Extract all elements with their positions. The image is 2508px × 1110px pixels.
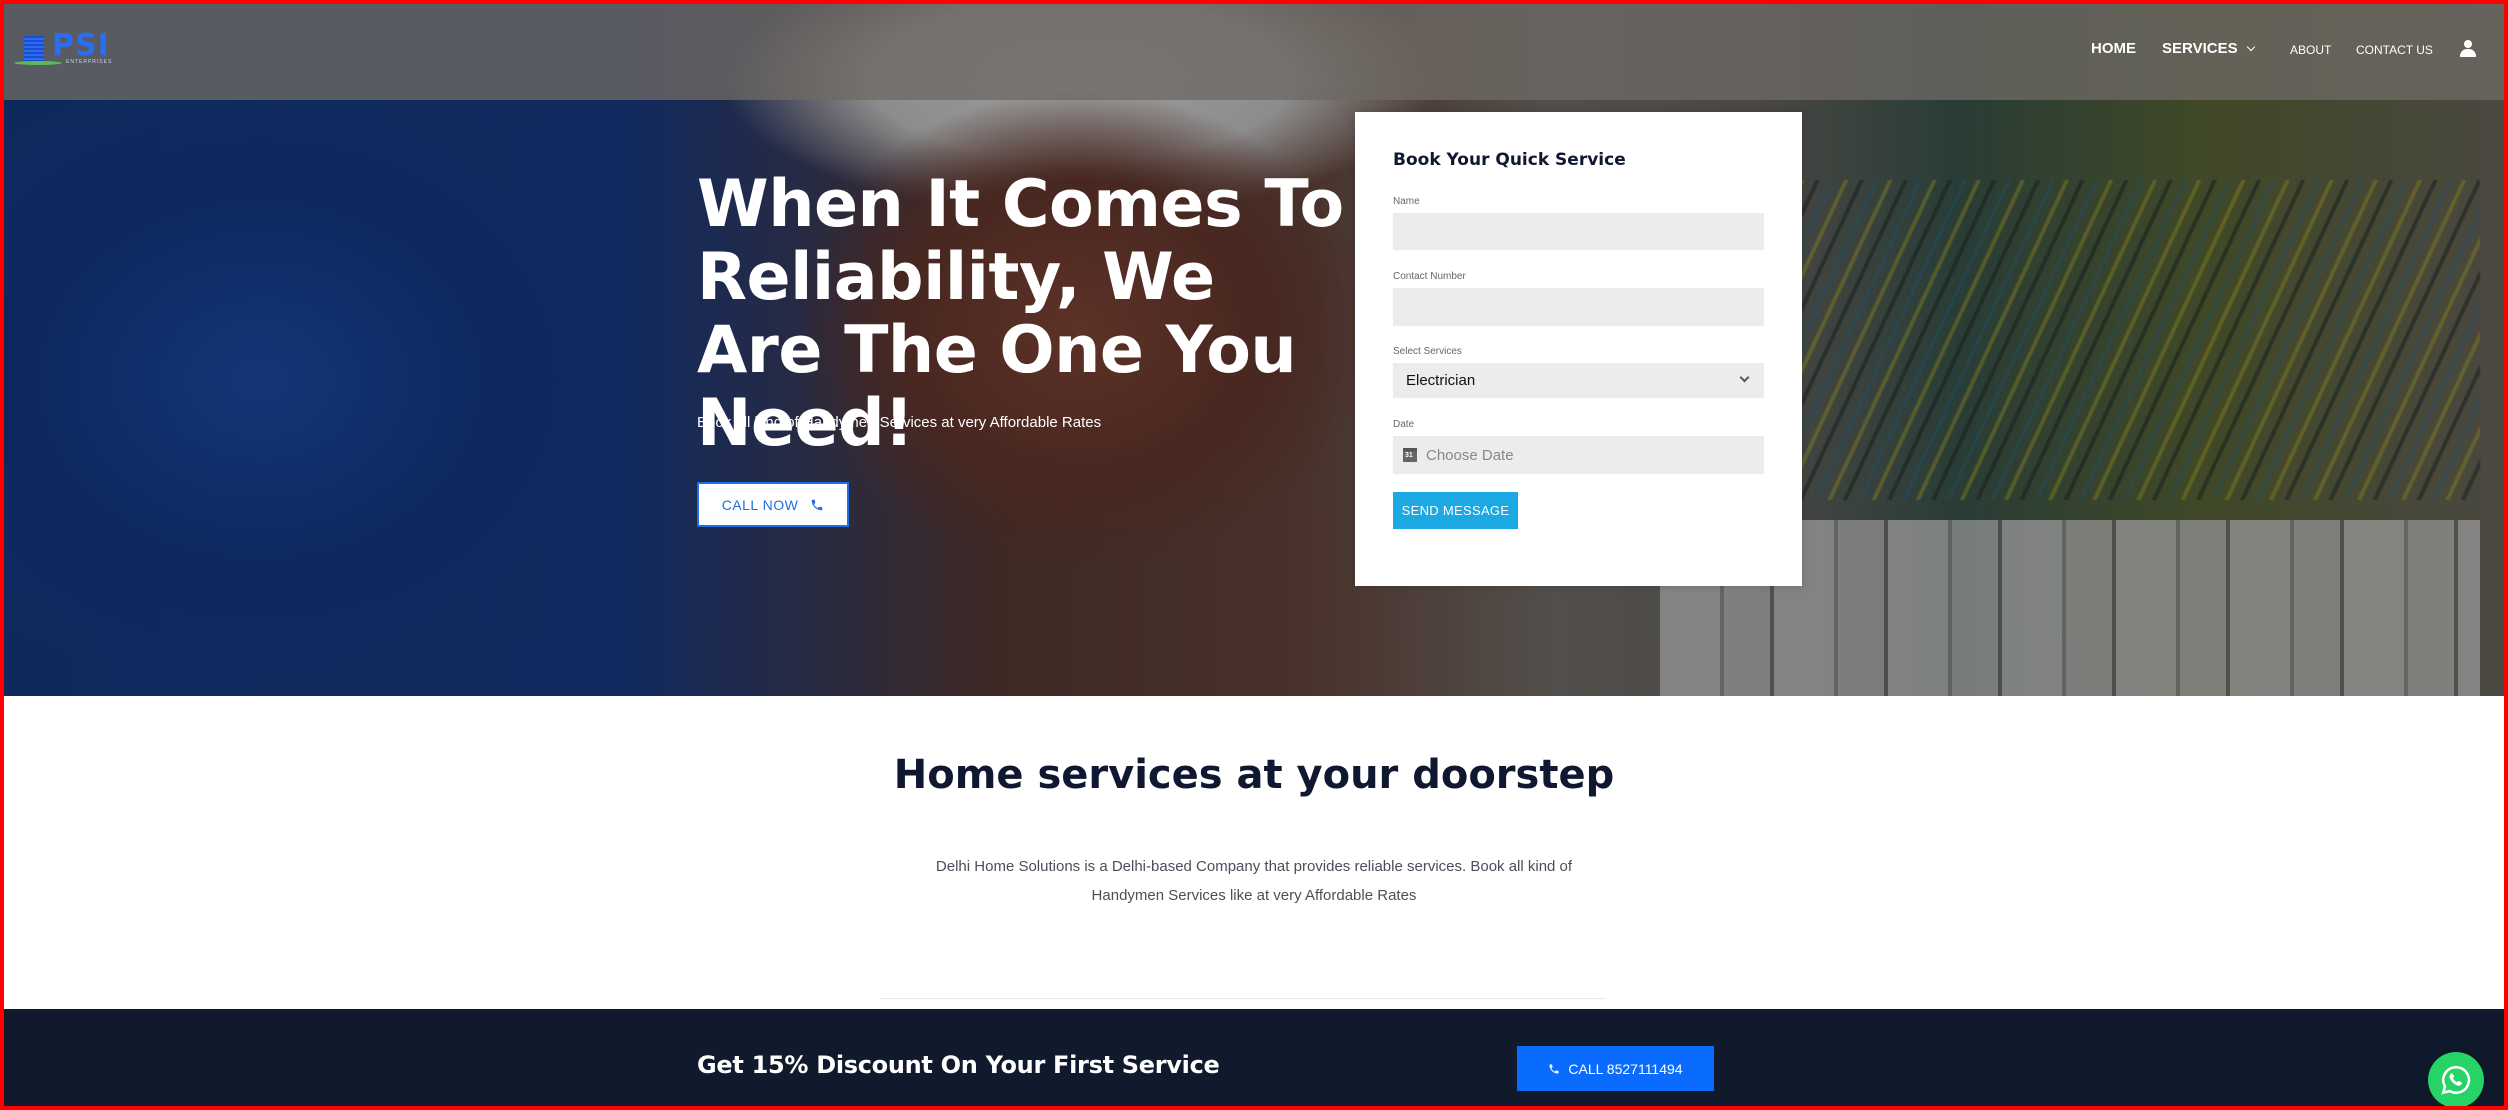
user-icon-body bbox=[2460, 49, 2476, 57]
nav-about[interactable]: ABOUT bbox=[2290, 43, 2331, 57]
user-icon[interactable] bbox=[2460, 40, 2476, 58]
promo-bar: Get 15% Discount On Your First Service C… bbox=[0, 1009, 2508, 1110]
date-placeholder: Choose Date bbox=[1426, 446, 1514, 464]
chevron-down-icon bbox=[1739, 372, 1750, 383]
user-icon-head bbox=[2464, 40, 2472, 48]
whatsapp-icon bbox=[2441, 1065, 2471, 1095]
form-title: Book Your Quick Service bbox=[1393, 150, 1626, 170]
about-text: Delhi Home Solutions is a Delhi-based Co… bbox=[935, 858, 1573, 904]
phone-icon bbox=[1549, 1064, 1559, 1073]
phone-icon bbox=[812, 499, 823, 510]
send-message-button[interactable]: SEND MESSAGE bbox=[1393, 492, 1518, 529]
site-header: PSI ENTERPRISES HOME SERVICES ABOUT CONT… bbox=[0, 0, 2508, 100]
promo-text: Get 15% Discount On Your First Service bbox=[697, 1051, 1220, 1079]
call-phone-button[interactable]: CALL 8527111494 bbox=[1517, 1046, 1714, 1091]
whatsapp-button[interactable] bbox=[2428, 1052, 2484, 1108]
nav-contact-us[interactable]: CONTACT US bbox=[2356, 43, 2433, 57]
contact-number-input[interactable] bbox=[1393, 288, 1764, 326]
services-selected-value: Electrician bbox=[1406, 372, 1476, 389]
call-phone-label: CALL 8527111494 bbox=[1568, 1060, 1683, 1077]
name-input[interactable] bbox=[1393, 213, 1764, 250]
date-label: Date bbox=[1393, 419, 1415, 430]
services-select[interactable]: Electrician bbox=[1393, 363, 1764, 398]
contact-number-label: Contact Number bbox=[1393, 271, 1466, 282]
nav-services-label: SERVICES bbox=[2162, 40, 2238, 57]
call-now-label: CALL NOW bbox=[721, 496, 799, 513]
hero-section: When It Comes To Reliability, We Are The… bbox=[0, 0, 2508, 696]
select-services-label: Select Services bbox=[1393, 346, 1462, 357]
chevron-down-icon bbox=[2246, 42, 2255, 52]
nav-services[interactable]: SERVICES bbox=[2162, 40, 2255, 57]
name-label: Name bbox=[1393, 196, 1420, 207]
date-input[interactable]: Choose Date bbox=[1393, 436, 1764, 474]
hero-subtitle: Book all kind of Handymen Services at ve… bbox=[697, 414, 1102, 431]
call-now-button[interactable]: CALL NOW bbox=[697, 482, 849, 527]
main-nav: HOME SERVICES ABOUT CONTACT US bbox=[0, 40, 2508, 62]
about-title: Home services at your doorstep bbox=[893, 752, 1615, 798]
section-divider bbox=[880, 998, 1605, 999]
booking-form: Book Your Quick Service Name Contact Num… bbox=[1355, 112, 1802, 586]
calendar-icon bbox=[1403, 448, 1417, 462]
nav-home[interactable]: HOME bbox=[2091, 40, 2136, 57]
